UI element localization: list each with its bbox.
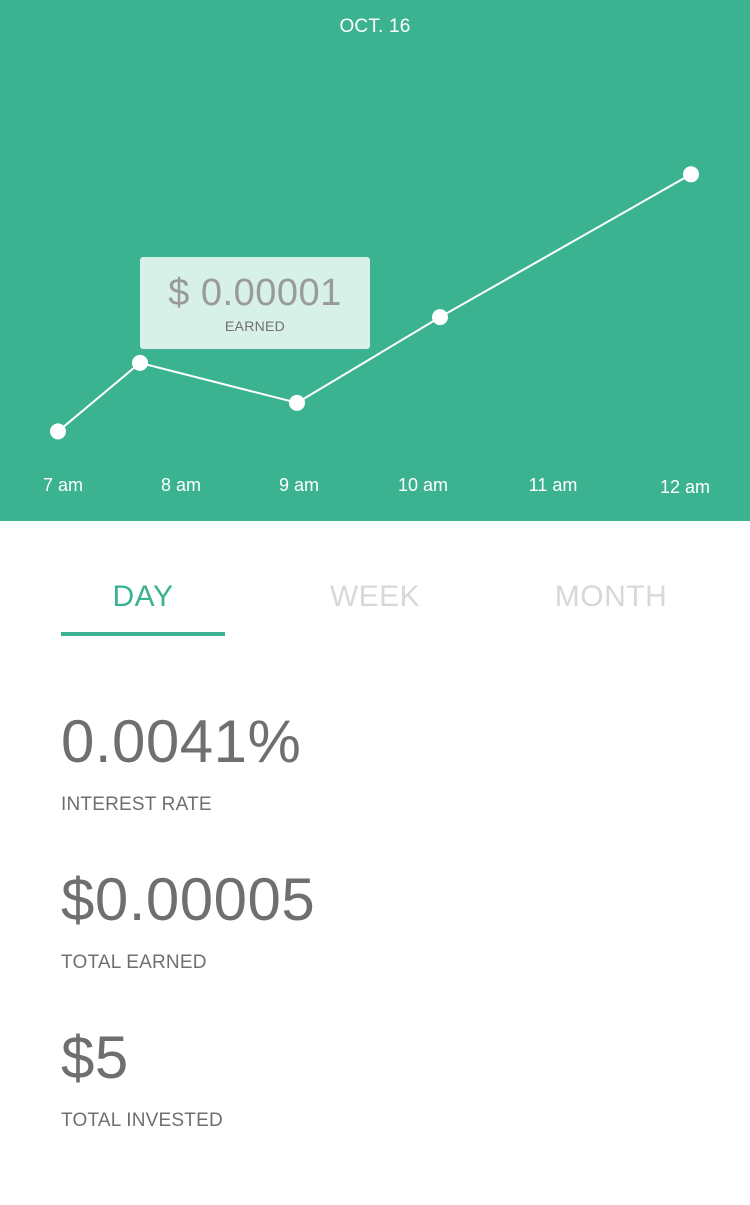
- total-earned-stat: $0.00005 TOTAL EARNED: [61, 870, 315, 974]
- x-tick-label: 11 am: [529, 475, 578, 495]
- total-earned-label: TOTAL EARNED: [61, 952, 207, 973]
- interest-rate-value: 0.0041%: [61, 708, 302, 775]
- total-invested-label: TOTAL INVESTED: [61, 1110, 223, 1131]
- active-tab-indicator: [61, 632, 225, 636]
- data-point[interactable]: [432, 309, 448, 326]
- x-tick-label: 8 am: [161, 475, 201, 495]
- interest-rate-stat: 0.0041% INTEREST RATE: [61, 712, 301, 816]
- x-tick-label: 7 am: [43, 475, 83, 495]
- x-tick-label: 9 am: [279, 475, 319, 495]
- tooltip-label: EARNED: [224, 318, 286, 334]
- x-tick-label: 10 am: [398, 475, 448, 495]
- data-point[interactable]: [683, 166, 699, 183]
- tab-month[interactable]: MONTH: [529, 580, 693, 614]
- total-invested-stat: $5 TOTAL INVESTED: [61, 1028, 223, 1132]
- data-point[interactable]: [289, 394, 305, 411]
- tooltip-amount: $ 0.00001: [168, 272, 342, 314]
- tab-day[interactable]: DAY: [61, 580, 225, 614]
- total-earned-value: $0.00005: [61, 866, 316, 933]
- earned-tooltip: $ 0.00001 EARNED: [140, 257, 370, 349]
- chart-header: OCT. 16 7 am 8 am 9 am 10 am 11 am 12 am $ 0.…: [0, 0, 750, 521]
- period-tabs: DAY WEEK MONTH: [0, 580, 750, 640]
- tab-week[interactable]: WEEK: [293, 580, 457, 614]
- data-point[interactable]: [132, 354, 148, 371]
- interest-rate-label: INTEREST RATE: [61, 794, 212, 815]
- total-invested-value: $5: [61, 1024, 129, 1091]
- earnings-line-chart: 7 am 8 am 9 am 10 am 11 am 12 am: [43, 166, 710, 497]
- x-tick-label: 12 am: [660, 477, 710, 497]
- data-point[interactable]: [50, 423, 66, 440]
